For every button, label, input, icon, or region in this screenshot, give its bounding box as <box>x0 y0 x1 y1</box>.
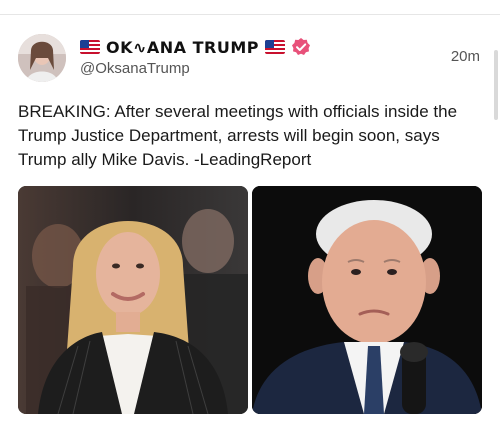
post-timestamp[interactable]: 20m <box>451 48 480 65</box>
post-image-right[interactable] <box>252 186 482 414</box>
top-divider <box>0 14 500 15</box>
author-name-row: OK∿ANA TRUMP <box>80 36 311 58</box>
verified-badge-icon <box>291 37 311 57</box>
avatar[interactable] <box>18 34 66 82</box>
us-flag-icon <box>265 40 286 54</box>
scrollbar-thumb[interactable] <box>494 50 498 120</box>
post-image-left[interactable] <box>18 186 248 414</box>
us-flag-icon <box>80 40 100 54</box>
post-text: BREAKING: After several meetings with of… <box>18 102 458 169</box>
scrollbar[interactable] <box>492 50 500 120</box>
author-handle[interactable]: @OksanaTrump <box>80 60 190 77</box>
author-display-name[interactable]: OK∿ANA TRUMP <box>106 38 259 57</box>
